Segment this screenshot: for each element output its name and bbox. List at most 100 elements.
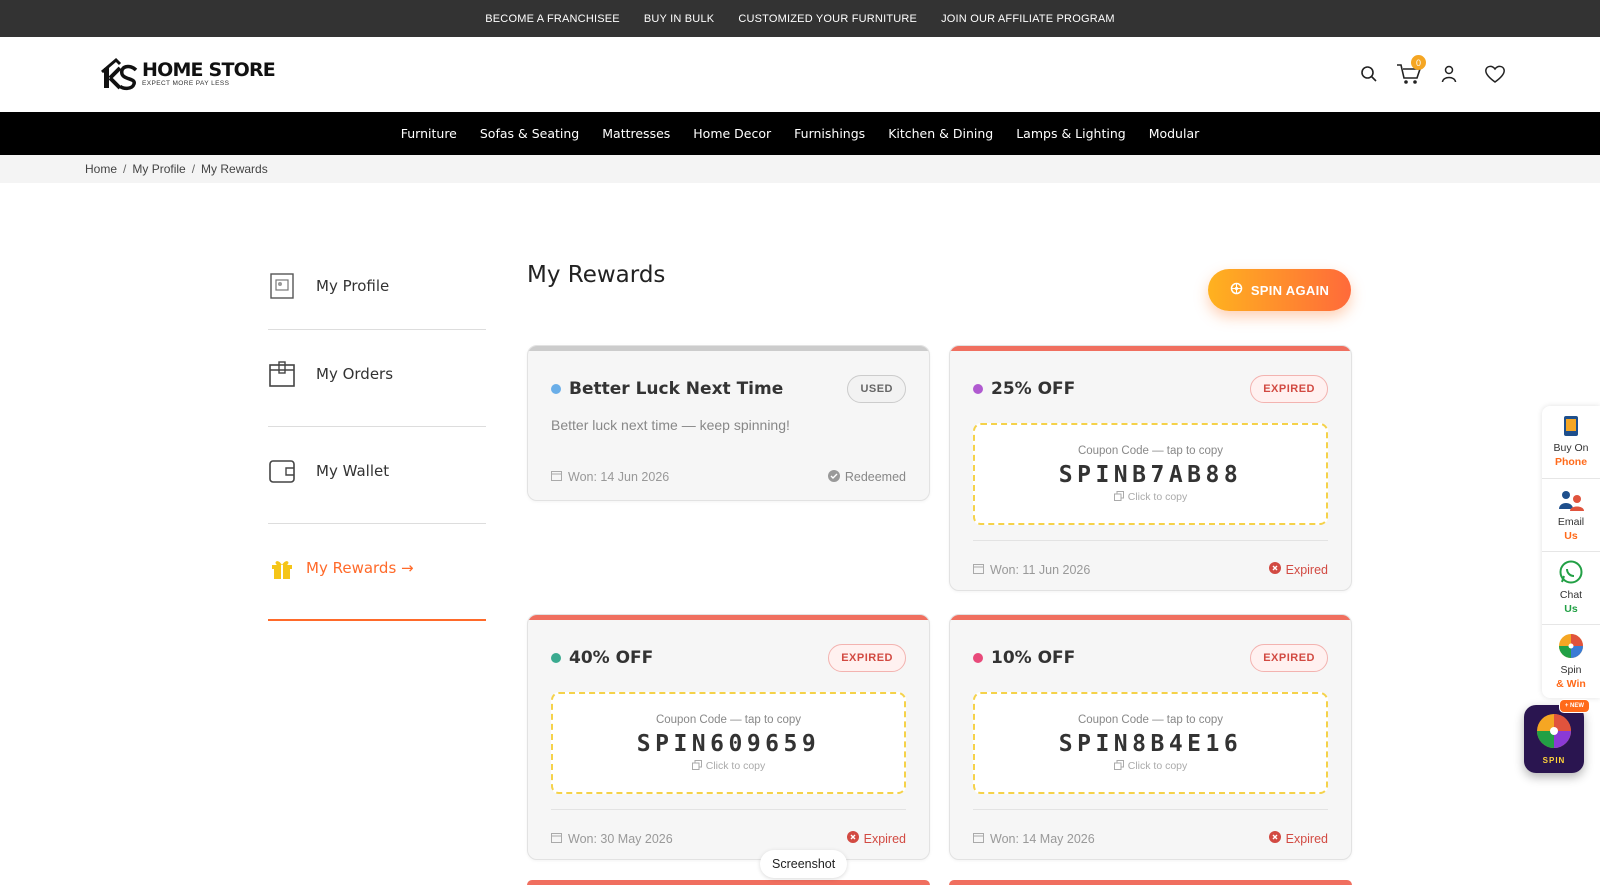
fp-line1: Chat [1559,589,1583,601]
reward-status: Expired [1285,831,1328,846]
nav-furniture[interactable]: Furniture [401,126,457,141]
cart-count-badge: 0 [1411,55,1426,70]
breadcrumb-my-profile[interactable]: My Profile [132,162,185,176]
coupon-code-box[interactable]: Coupon Code — tap to copy SPINB7AB88 Cli… [973,423,1328,525]
reward-title: 40% OFF [569,648,654,668]
nav-sofas-seating[interactable]: Sofas & Seating [480,126,579,141]
fp-line2: & Win [1556,677,1586,690]
sidebar-item-my-rewards[interactable]: My Rewards → [268,524,486,621]
link-become-franchisee[interactable]: BECOME A FRANCHISEE [485,13,620,25]
fp-line1: Buy On [1553,442,1589,454]
sidebar-item-label: My Orders [316,365,394,383]
coupon-hint: Coupon Code — tap to copy [1077,444,1224,457]
fp-line1: Email [1557,516,1585,528]
copy-hint: Click to copy [1127,760,1188,772]
coupon-hint: Coupon Code — tap to copy [655,713,802,726]
top-promo-bar: BECOME A FRANCHISEE BUY IN BULK CUSTOMIZ… [0,0,1600,37]
calendar-icon [973,832,984,846]
spin-wheel-icon [1536,713,1572,754]
chat-us-button[interactable]: Chat Us [1542,552,1600,625]
link-affiliate-program[interactable]: JOIN OUR AFFILIATE PROGRAM [941,13,1115,25]
nav-home-decor[interactable]: Home Decor [693,126,771,141]
reward-description: Better luck next time — keep spinning! [551,417,790,433]
status-badge: EXPIRED [1250,375,1328,403]
user-icon[interactable] [1436,61,1462,87]
nav-furnishings[interactable]: Furnishings [794,126,865,141]
coupon-code[interactable]: SPIN8B4E16 [1059,731,1242,757]
nav-kitchen-dining[interactable]: Kitchen & Dining [888,126,993,141]
sidebar-item-my-wallet[interactable]: My Wallet [268,427,486,524]
breadcrumb-home[interactable]: Home [85,162,117,176]
calendar-icon [551,470,562,484]
reward-title: Better Luck Next Time [569,379,784,399]
wallet-icon [268,457,296,485]
sidebar-item-label: My Profile [316,276,390,295]
fp-line2: Us [1564,530,1578,542]
sidebar-item-label: My Wallet [316,462,390,480]
reward-title: 25% OFF [991,379,1076,399]
won-date: Won: 11 Jun 2026 [990,562,1091,577]
breadcrumb-separator: / [191,162,196,176]
reward-dot [973,384,983,394]
nav-modular[interactable]: Modular [1149,126,1200,141]
profile-card-icon [268,272,296,300]
sidebar-item-my-profile[interactable]: My Profile [268,250,486,330]
coupon-code-box[interactable]: Coupon Code — tap to copy SPIN609659 Cli… [551,692,906,794]
calendar-icon [551,832,562,846]
wishlist-heart-icon[interactable] [1482,61,1508,87]
account-sidebar: My Profile My Orders My Wallet My Reward… [268,250,486,621]
coupon-hint: Coupon Code — tap to copy [1077,713,1224,726]
calendar-icon [973,563,984,577]
logo-tagline: EXPECT MORE PAY LESS [142,80,230,87]
coupon-code[interactable]: SPIN609659 [637,731,820,757]
phone-icon [1563,415,1579,441]
won-date: Won: 14 Jun 2026 [568,470,670,484]
x-circle-icon [1268,562,1281,577]
copy-icon [691,759,702,773]
link-customized-furniture[interactable]: CUSTOMIZED YOUR FURNITURE [738,13,917,25]
spin-floating-badge[interactable]: + NEW SPIN [1524,699,1590,773]
cart-icon[interactable]: 0 [1396,55,1426,87]
box-icon [268,360,296,388]
nav-mattresses[interactable]: Mattresses [602,126,670,141]
breadcrumb: Home / My Profile / My Rewards [0,155,1600,183]
won-date: Won: 30 May 2026 [568,831,673,846]
floating-contact-panel: Buy On Phone Email Us Chat Us Spin & Win [1542,406,1600,698]
nav-lamps-lighting[interactable]: Lamps & Lighting [1016,126,1125,141]
reward-card: 25% OFF EXPIRED Coupon Code — tap to cop… [949,345,1352,591]
fp-line2: Phone [1554,456,1588,468]
logo-mark-icon [100,56,140,92]
coupon-code-box[interactable]: Coupon Code — tap to copy SPIN8B4E16 Cli… [973,692,1328,794]
spin-and-win-button[interactable]: Spin & Win [1542,625,1600,698]
buy-on-phone-button[interactable]: Buy On Phone [1542,406,1600,479]
copy-icon [1113,759,1124,773]
x-circle-icon [1268,831,1281,846]
sidebar-item-label: My Rewards → [306,558,414,577]
breadcrumb-separator: / [123,162,127,176]
reward-card: Better Luck Next Time USED Better luck n… [527,345,930,501]
copy-icon [1113,490,1124,504]
copy-hint: Click to copy [1127,491,1188,503]
status-badge: EXPIRED [828,644,906,672]
reward-card: 40% OFF EXPIRED Coupon Code — tap to cop… [527,614,930,860]
reward-dot [973,653,983,663]
site-logo[interactable]: HOME STORE EXPECT MORE PAY LESS [100,55,276,93]
link-buy-in-bulk[interactable]: BUY IN BULK [644,13,714,25]
email-us-button[interactable]: Email Us [1542,479,1600,552]
reward-card: 10% OFF EXPIRED Coupon Code — tap to cop… [949,614,1352,860]
search-icon[interactable] [1356,61,1382,87]
won-date: Won: 14 May 2026 [990,831,1095,846]
coupon-code[interactable]: SPINB7AB88 [1059,462,1242,488]
gift-icon [268,554,296,582]
reward-dot [551,384,561,394]
next-reward-card-edge [949,880,1352,885]
fp-line1: Spin [1560,663,1582,676]
spin-again-button[interactable]: SPIN AGAIN [1208,269,1351,311]
status-badge: EXPIRED [1250,644,1328,672]
sidebar-item-my-orders[interactable]: My Orders [268,330,486,427]
logo-name: HOME STORE [142,59,276,81]
reward-status: Expired [1285,562,1328,577]
new-badge: + NEW [1558,699,1590,713]
next-reward-card-edge [527,880,930,885]
whatsapp-icon [1559,560,1583,588]
